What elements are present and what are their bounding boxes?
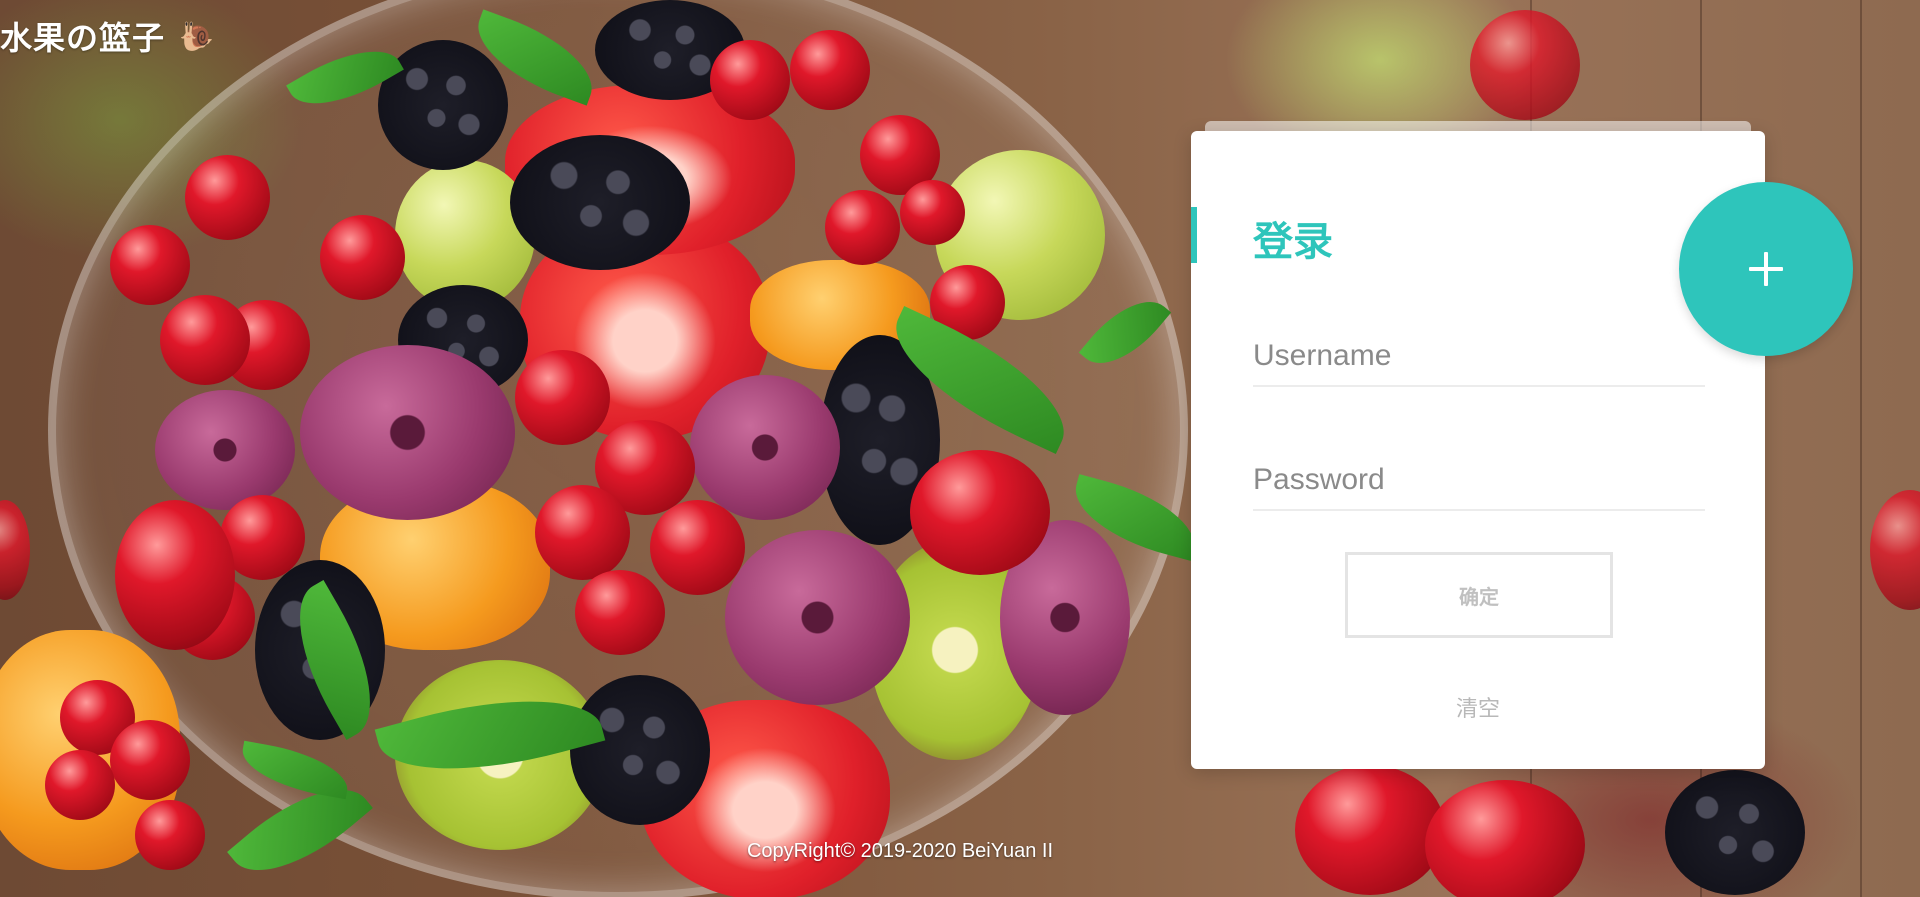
cherry-image bbox=[790, 30, 870, 110]
cherry-image bbox=[185, 155, 270, 240]
footer: CopyRight© 2019-2020 BeiYuan II bbox=[0, 840, 1920, 863]
raspberry-image bbox=[155, 390, 295, 510]
cherry-image bbox=[320, 215, 405, 300]
password-field bbox=[1253, 451, 1705, 511]
site-logo: 水果の篮子 🐌 bbox=[0, 14, 214, 58]
cherry-image bbox=[110, 225, 190, 305]
login-title: 登录 bbox=[1253, 219, 1333, 265]
cherry-image bbox=[1295, 765, 1445, 895]
cherry-image bbox=[825, 190, 900, 265]
title-accent-bar bbox=[1191, 207, 1197, 263]
raspberry-image bbox=[725, 530, 910, 705]
cherry-image bbox=[1870, 490, 1920, 610]
register-add-button[interactable] bbox=[1679, 182, 1853, 356]
cherry-image bbox=[160, 295, 250, 385]
cherry-image bbox=[535, 485, 630, 580]
cherry-image bbox=[1425, 780, 1585, 897]
cherry-image bbox=[650, 500, 745, 595]
cherry-image bbox=[515, 350, 610, 445]
username-field bbox=[1253, 327, 1705, 387]
wood-plank-line bbox=[1860, 0, 1862, 897]
copyright-text: CopyRight© 2019-2020 BeiYuan II bbox=[746, 840, 1054, 862]
cherry-image bbox=[910, 450, 1050, 575]
blackberry-image bbox=[510, 135, 690, 270]
cherry-image bbox=[900, 180, 965, 245]
raspberry-image bbox=[300, 345, 515, 520]
cherry-image bbox=[1470, 10, 1580, 120]
cherry-image bbox=[115, 500, 235, 650]
plus-icon bbox=[1749, 252, 1783, 286]
blackberry-image bbox=[1665, 770, 1805, 895]
snail-icon: 🐌 bbox=[179, 20, 214, 52]
cherry-image bbox=[0, 500, 30, 600]
cherry-image bbox=[110, 720, 190, 800]
confirm-button[interactable]: 确定 bbox=[1345, 552, 1613, 638]
login-card: 登录 确定 清空 bbox=[1191, 131, 1765, 769]
username-input[interactable] bbox=[1253, 327, 1705, 385]
cherry-image bbox=[710, 40, 790, 120]
clear-link[interactable]: 清空 bbox=[1191, 691, 1765, 723]
blackberry-image bbox=[570, 675, 710, 825]
password-input[interactable] bbox=[1253, 451, 1705, 509]
raspberry-image bbox=[690, 375, 840, 520]
cherry-image bbox=[45, 750, 115, 820]
cherry-image bbox=[575, 570, 665, 655]
logo-text: 水果の篮子 bbox=[0, 19, 166, 57]
